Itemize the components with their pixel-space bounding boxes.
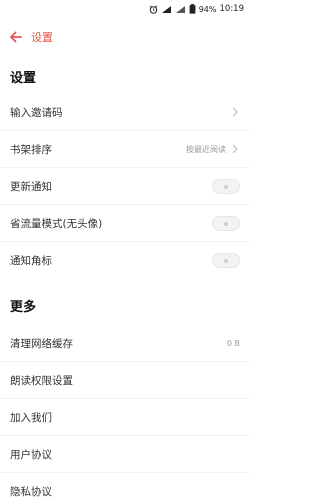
row-data-saver: 省流量模式(无头像) (0, 205, 250, 242)
shelf-sort-value: 按最近阅读 (186, 144, 226, 154)
row-invite-code[interactable]: 输入邀请码 (0, 94, 250, 131)
row-label: 输入邀请码 (10, 106, 63, 119)
battery-icon (189, 4, 196, 14)
cache-size-value: 0 B (226, 338, 240, 348)
battery-level: 94% (198, 4, 217, 14)
row-user-agreement[interactable]: 用户协议 (0, 436, 250, 473)
row-clear-cache[interactable]: 清理网络缓存 0 B (0, 325, 250, 362)
back-arrow-icon (9, 28, 22, 47)
row-notify-badge: 通知角标 (0, 242, 250, 279)
row-label: 清理网络缓存 (10, 337, 73, 350)
clock: 10:19 (219, 4, 245, 14)
app-bar: 设置 (0, 22, 250, 52)
section-title-settings: 设置 (10, 71, 37, 86)
signal-icon (161, 5, 172, 14)
row-label: 通知角标 (10, 255, 52, 267)
back-button[interactable] (2, 22, 28, 52)
status-bar: 94% 10:19 (0, 0, 250, 18)
row-label: 更新通知 (10, 180, 52, 193)
toggle-knob (224, 221, 228, 226)
row-label: 加入我们 (10, 411, 52, 424)
row-update-notify: 更新通知 (0, 168, 250, 205)
page-title: 设置 (31, 31, 53, 44)
row-label: 书架排序 (10, 143, 52, 156)
row-privacy-agreement[interactable]: 隐私协议 (0, 473, 250, 500)
toggle-knob (224, 184, 228, 189)
row-label: 省流量模式(无头像) (10, 217, 103, 230)
row-read-aloud-permission[interactable]: 朗读权限设置 (0, 362, 250, 399)
notify-badge-toggle[interactable] (212, 253, 240, 268)
toggle-knob (224, 259, 228, 263)
row-shelf-sort[interactable]: 书架排序 按最近阅读 (0, 131, 250, 168)
row-label: 朗读权限设置 (10, 374, 73, 387)
update-notify-toggle[interactable] (212, 178, 240, 194)
section-title-more: 更多 (10, 300, 37, 315)
data-saver-toggle[interactable] (212, 215, 240, 231)
chevron-right-icon (230, 106, 240, 118)
chevron-right-icon (230, 143, 240, 155)
row-label: 用户协议 (10, 448, 52, 461)
row-join-us[interactable]: 加入我们 (0, 399, 250, 436)
row-label: 隐私协议 (10, 486, 52, 498)
signal-icon-2 (175, 5, 186, 14)
alarm-icon (149, 4, 158, 14)
